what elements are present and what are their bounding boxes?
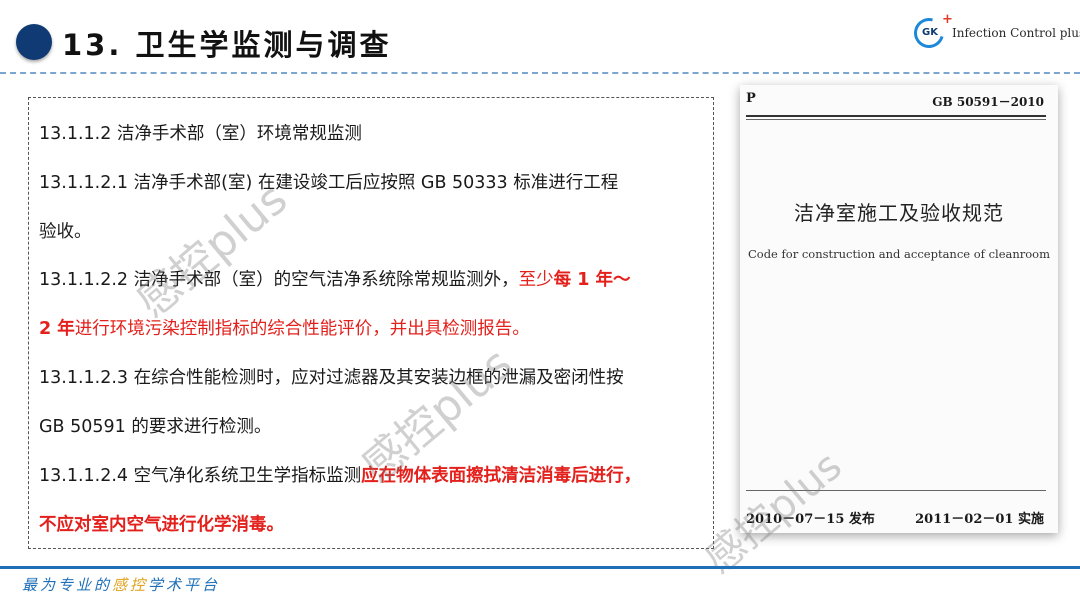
emphasis-bold-text: 不应对室内空气进行化学消毒。 [39, 515, 284, 535]
emphasis-bold-text: 应在物体表面擦拭清洁消毒后进行， [361, 466, 642, 486]
cover-divider [746, 115, 1046, 117]
emphasis-text: 至少 [518, 270, 554, 290]
cover-implement-date: 2011－02－01 实施 [915, 512, 1044, 527]
brand-logo: GK + Infection Control plus [908, 12, 1080, 54]
clause-13-1-1-2-4-line2: 不应对室内空气进行化学消毒。 [39, 513, 284, 537]
clause-13-1-1-2-4-line1: 13.1.1.2.4 空气净化系统卫生学指标监测应在物体表面擦拭清洁消毒后进行， [39, 464, 641, 488]
cover-publish-date: 2010－07－15 发布 [746, 512, 875, 527]
emphasis-bold-text: 每 1 年～ [553, 270, 631, 290]
footer-tagline-pre: 最为专业的 [22, 576, 113, 594]
logo-plus-icon: + [942, 12, 953, 27]
slide-title: 13. 卫生学监测与调查 [62, 28, 392, 62]
cover-category-mark: P [746, 91, 756, 106]
header-divider [0, 72, 1080, 74]
footer-tagline-highlight: 感控 [112, 576, 149, 594]
logo-mark: GK [922, 27, 938, 38]
clause-text: 13.1.1.2.4 空气净化系统卫生学指标监测 [39, 466, 362, 486]
clause-13-1-1-2-3-line2: GB 50591 的要求进行检测。 [39, 417, 272, 437]
cover-title-en: Code for construction and acceptance of … [747, 247, 1051, 261]
logo-text: Infection Control plus [952, 26, 1080, 40]
slide-header: 13. 卫生学监测与调查 GK + Infection Control plus [0, 0, 1080, 80]
emphasis-text: 进行环境污染控制指标的综合性能评价，并出具检测报告。 [74, 319, 530, 339]
regulation-text-box: 13.1.1.2 洁净手术部（室）环境常规监测 13.1.1.2.1 洁净手术部… [28, 97, 714, 549]
footer-tagline-post: 学术平台 [148, 576, 221, 594]
emphasis-bold-text: 2 年 [39, 319, 75, 339]
title-bullet-dot [16, 24, 52, 60]
clause-13-1-1-2: 13.1.1.2 洁净手术部（室）环境常规监测 [39, 124, 362, 144]
standard-cover-image: P GB 50591－2010 洁净室施工及验收规范 Code for cons… [740, 85, 1058, 533]
clause-13-1-1-2-1-line1: 13.1.1.2.1 洁净手术部(室) 在建设竣工后应按照 GB 50333 标… [39, 173, 619, 193]
cover-divider [746, 490, 1046, 491]
clause-13-1-1-2-2-line2: 2 年进行环境污染控制指标的综合性能评价，并出具检测报告。 [39, 317, 530, 341]
footer-divider [0, 566, 1080, 569]
cover-divider [746, 119, 1046, 120]
cover-title-cn: 洁净室施工及验收规范 [794, 201, 1004, 225]
clause-13-1-1-2-1-line2: 验收。 [39, 222, 92, 242]
footer-tagline: 最为专业的感控学术平台 [22, 574, 220, 595]
clause-13-1-1-2-3-line1: 13.1.1.2.3 在综合性能检测时，应对过滤器及其安装边框的泄漏及密闭性按 [39, 368, 624, 388]
clause-text: 13.1.1.2.2 洁净手术部（室）的空气洁净系统除常规监测外， [39, 270, 519, 290]
clause-13-1-1-2-2-line1: 13.1.1.2.2 洁净手术部（室）的空气洁净系统除常规监测外，至少每 1 年… [39, 268, 631, 292]
cover-standard-code: GB 50591－2010 [932, 95, 1044, 109]
